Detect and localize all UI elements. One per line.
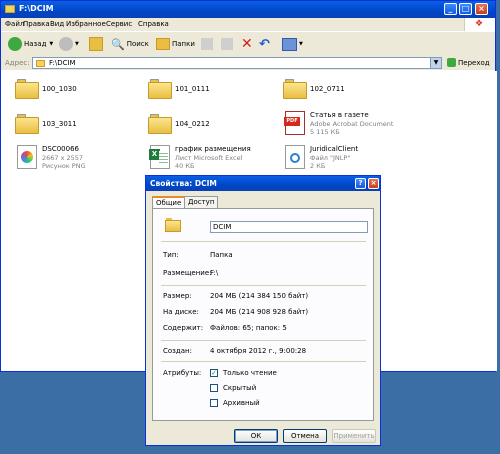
address-label: Адрес: <box>5 59 30 67</box>
minimize-button[interactable]: _ <box>444 3 457 15</box>
hidden-label: Скрытый <box>223 384 257 392</box>
folder-icon <box>283 79 307 99</box>
contains-label: Содержит: <box>163 324 204 332</box>
folder-item[interactable]: 103_3011 <box>15 114 145 144</box>
delete-button[interactable]: ✕ <box>241 35 253 53</box>
folder-name-input[interactable]: DCIM <box>210 221 368 233</box>
views-button[interactable]: ▼ <box>282 35 303 53</box>
image-file-icon <box>17 145 37 169</box>
chevron-down-icon: ▼ <box>75 41 79 47</box>
address-bar: Адрес: F:\DCIM ▼ Переход <box>1 56 495 70</box>
location-label: Размещение: <box>163 269 212 277</box>
forward-arrow-icon <box>59 37 73 51</box>
menu-view[interactable]: Вид <box>50 20 64 28</box>
readonly-checkbox[interactable]: ✓ <box>210 369 218 377</box>
close-button[interactable]: × <box>475 3 488 15</box>
folder-item[interactable]: 100_1030 <box>15 79 145 109</box>
file-item[interactable]: DSC00066 2667 x 2557 Рисунок PNG <box>15 145 145 175</box>
java-file-icon <box>285 145 305 169</box>
back-arrow-icon <box>8 37 22 51</box>
ok-button[interactable]: ОК <box>234 429 278 443</box>
type-label: Тип: <box>163 251 179 259</box>
pdf-icon: PDF <box>284 111 305 135</box>
size-label: Размер: <box>163 292 192 300</box>
archive-label: Архивный <box>223 399 260 407</box>
folders-icon <box>156 38 170 50</box>
move-to-button[interactable] <box>201 35 213 53</box>
divider <box>161 361 366 362</box>
cancel-button[interactable]: Отмена <box>283 429 327 443</box>
folder-icon <box>15 79 39 99</box>
dialog-close-button[interactable]: × <box>368 178 379 189</box>
folder-icon <box>148 79 172 99</box>
file-item[interactable]: JuridicalClient Файл "JNLP" 2 КБ <box>283 145 413 175</box>
folders-button[interactable]: Папки <box>156 35 195 53</box>
dialog-titlebar[interactable]: Свойства: DCIM ? × <box>146 176 380 191</box>
menu-tools[interactable]: Сервис <box>106 20 132 28</box>
contains-value: Файлов: 65; папок: 5 <box>210 324 287 332</box>
hidden-checkbox[interactable] <box>210 384 218 392</box>
apply-button[interactable]: Применить <box>332 429 376 443</box>
help-button[interactable]: ? <box>355 178 366 189</box>
copy-icon <box>221 38 233 50</box>
folder-icon <box>165 218 181 232</box>
chevron-down-icon: ▼ <box>49 41 54 47</box>
go-arrow-icon <box>447 58 456 67</box>
folder-icon <box>148 114 172 134</box>
tab-sharing[interactable]: Доступ <box>184 196 219 208</box>
disk-size-value: 204 МБ (214 908 928 байт) <box>210 308 309 316</box>
window-title: F:\DCIM <box>19 4 54 13</box>
chevron-down-icon: ▼ <box>299 41 303 47</box>
folder-item[interactable]: 101_0111 <box>148 79 278 109</box>
delete-icon: ✕ <box>241 36 253 52</box>
search-button[interactable]: 🔍 Поиск <box>111 35 149 53</box>
views-icon <box>282 37 297 51</box>
menu-edit[interactable]: Правка <box>23 20 50 28</box>
maximize-button[interactable]: □ <box>459 3 472 15</box>
created-label: Создан: <box>163 347 192 355</box>
location-value: F:\ <box>210 269 219 277</box>
type-value: Папка <box>210 251 233 259</box>
size-value: 204 МБ (214 384 150 байт) <box>210 292 309 300</box>
menu-favorites[interactable]: Избранное <box>66 20 106 28</box>
copy-to-button[interactable] <box>221 35 233 53</box>
address-input[interactable]: F:\DCIM ▼ <box>32 57 442 69</box>
divider <box>161 340 366 341</box>
divider <box>161 285 366 286</box>
folder-item[interactable]: 104_0212 <box>148 114 278 144</box>
menu-file[interactable]: Файл <box>5 20 24 28</box>
undo-icon: ↶ <box>259 36 270 52</box>
properties-dialog: Свойства: DCIM ? × Общие Доступ DCIM Тип… <box>145 175 381 446</box>
file-item[interactable]: X график размещения Лист Microsoft Excel… <box>148 145 278 175</box>
chevron-down-icon[interactable]: ▼ <box>430 58 441 68</box>
search-icon: 🔍 <box>111 37 125 51</box>
go-button[interactable]: Переход <box>447 58 490 67</box>
up-folder-button[interactable] <box>89 35 103 53</box>
explorer-titlebar[interactable]: F:\DCIM _ □ × <box>1 1 495 18</box>
created-value: 4 октября 2012 г., 9:00:28 <box>210 347 307 355</box>
readonly-label: Только чтение <box>223 369 277 377</box>
windows-logo: ❖ <box>464 18 495 31</box>
menu-bar: Файл Правка Вид Избранное Сервис Справка <box>1 18 495 32</box>
up-folder-icon <box>89 37 103 51</box>
file-item[interactable]: PDF Статья в газете Adobe Acrobat Docume… <box>283 111 413 141</box>
archive-checkbox[interactable] <box>210 399 218 407</box>
general-panel: DCIM Тип: Папка Размещение: F:\ Размер: … <box>152 208 374 421</box>
menu-help[interactable]: Справка <box>138 20 169 28</box>
back-button[interactable]: Назад ▼ <box>8 35 53 53</box>
disk-size-label: На диске: <box>163 308 199 316</box>
folder-item[interactable]: 102_0711 <box>283 79 413 109</box>
toolbar: Назад ▼ ▼ 🔍 Поиск Папки ✕ ↶ ▼ <box>1 32 495 57</box>
divider <box>161 241 366 242</box>
forward-button[interactable]: ▼ <box>59 35 79 53</box>
attributes-label: Атрибуты: <box>163 369 202 377</box>
undo-button[interactable]: ↶ <box>259 35 270 53</box>
move-icon <box>201 38 213 50</box>
folder-icon <box>15 114 39 134</box>
folder-icon <box>36 60 45 67</box>
folder-icon <box>5 5 15 13</box>
excel-icon: X <box>149 145 170 169</box>
